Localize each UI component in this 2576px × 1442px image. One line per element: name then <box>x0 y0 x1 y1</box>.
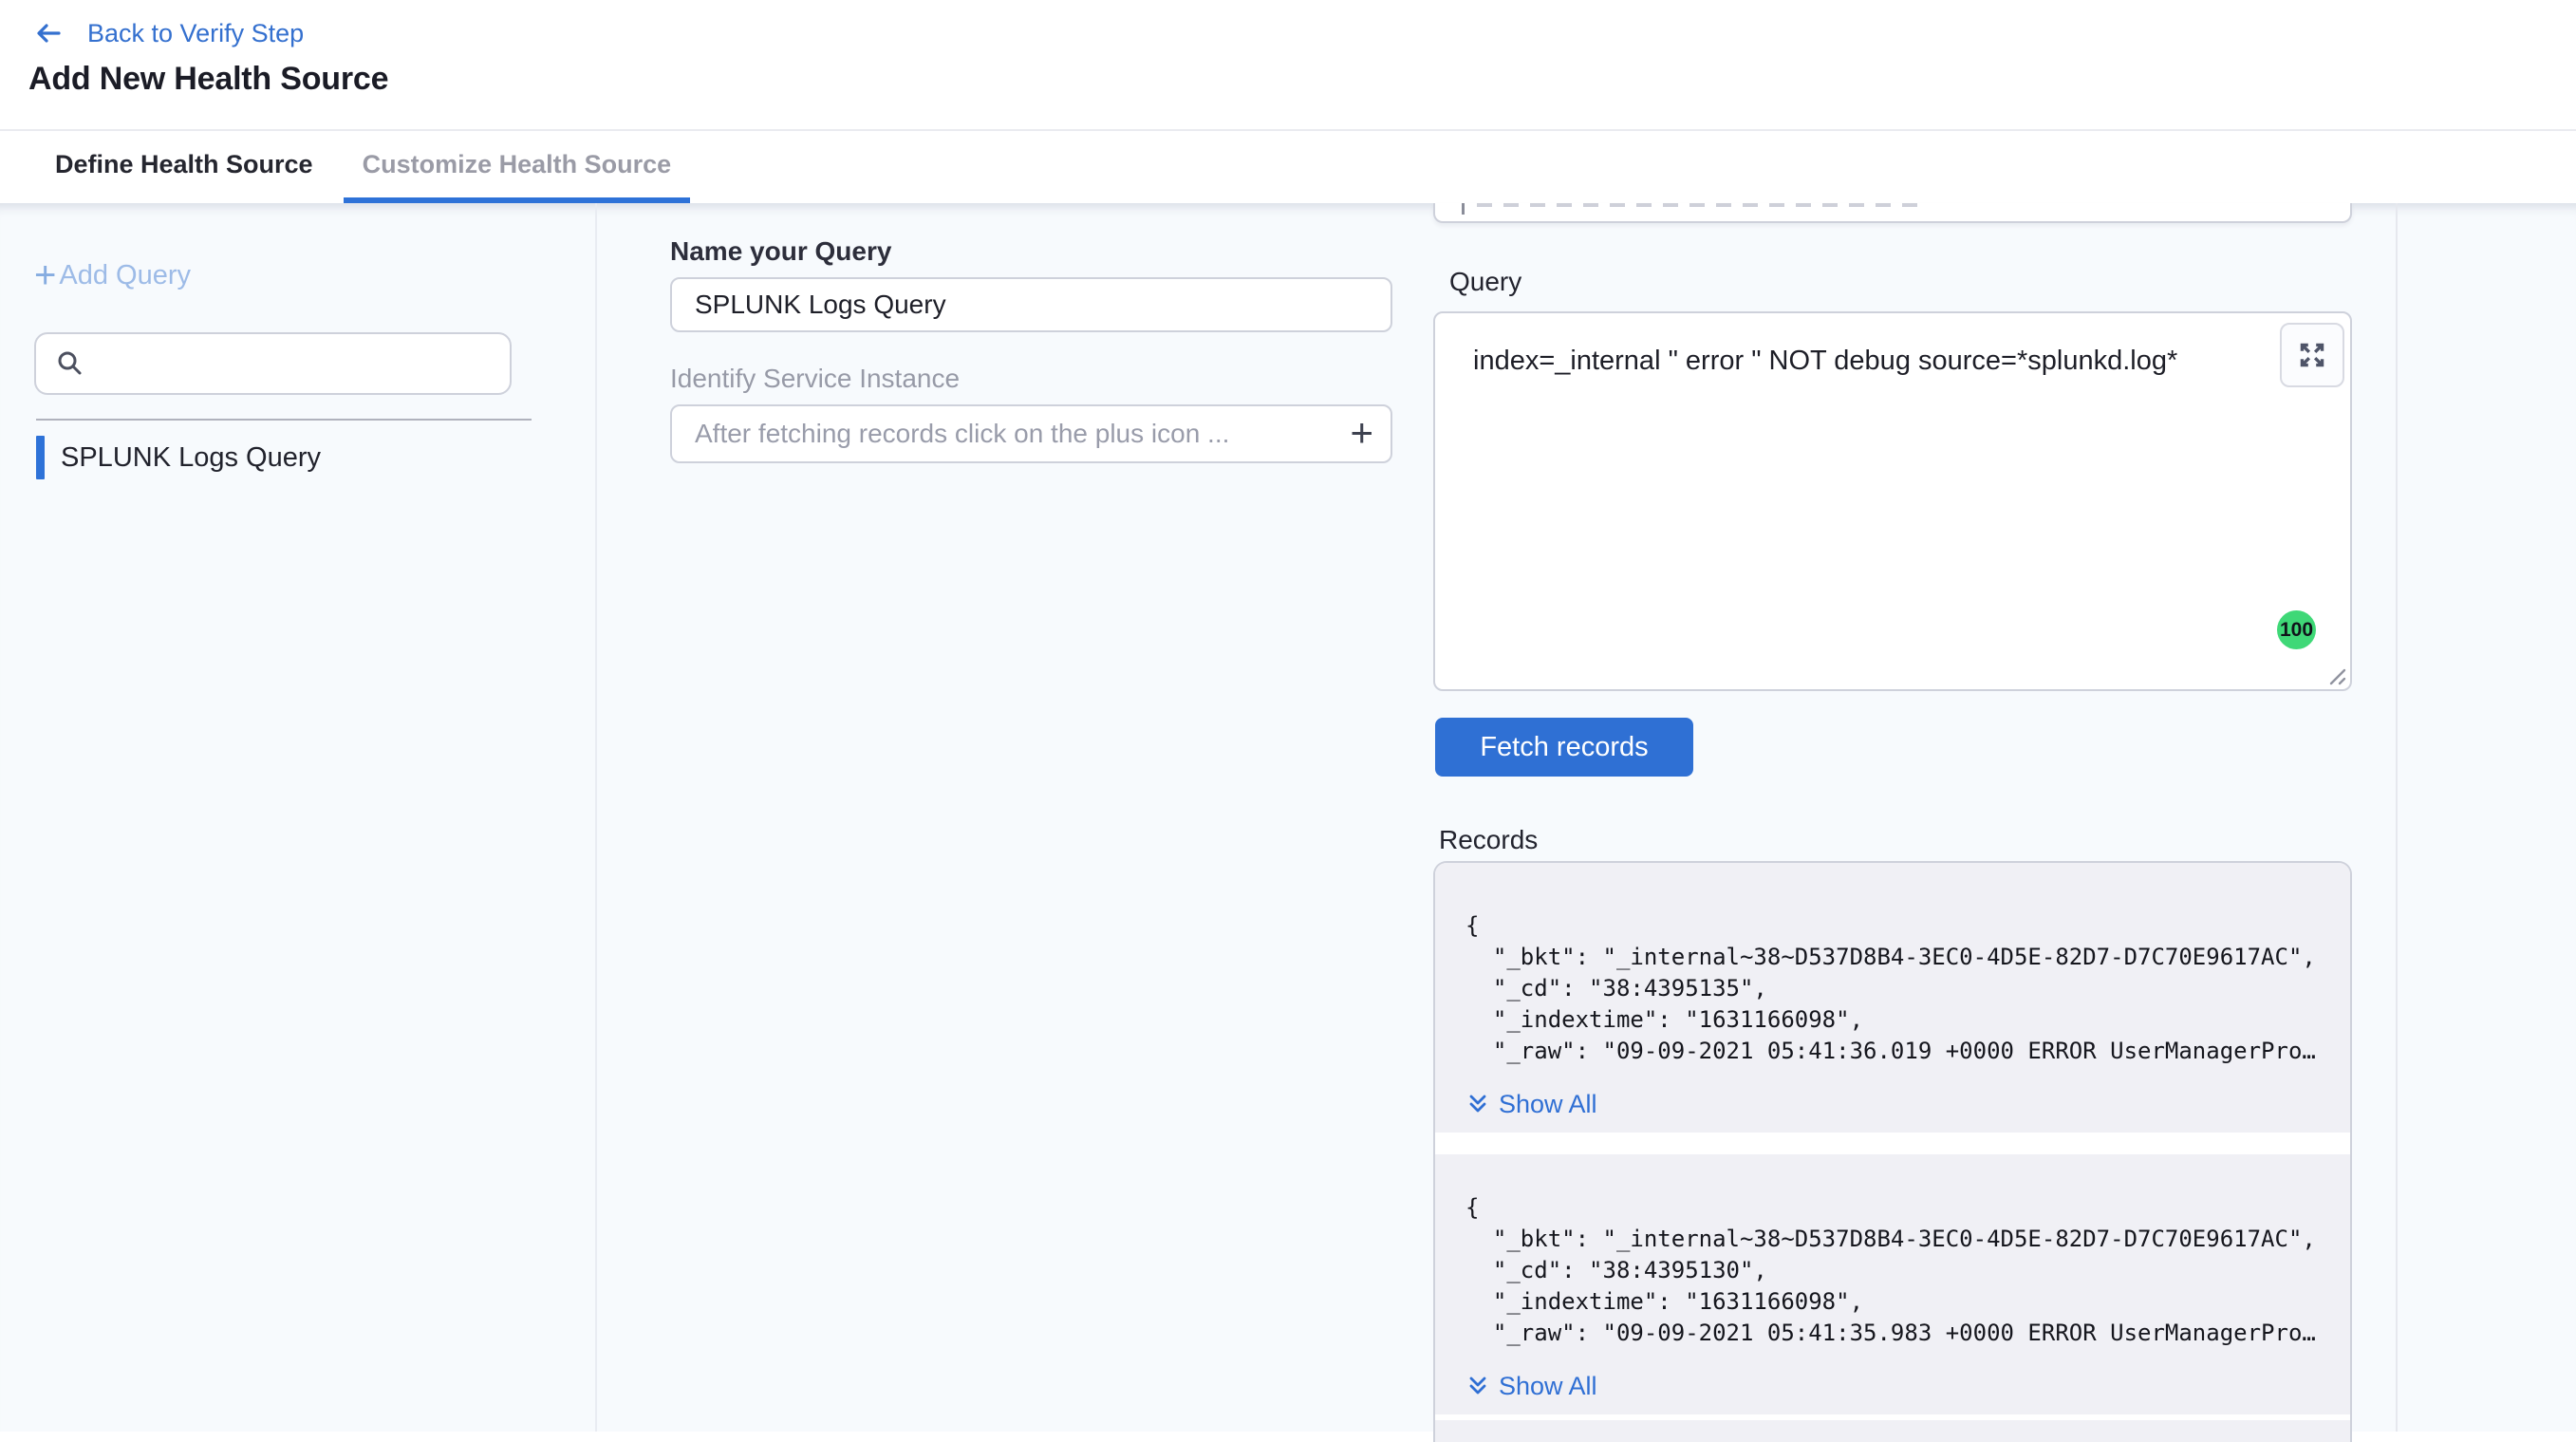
content-area: + Add Query SPLUNK Logs Query Name your … <box>0 203 2576 1432</box>
expand-arrows-icon <box>2294 337 2330 373</box>
plus-icon: + <box>34 258 56 292</box>
query-textarea[interactable]: index=_internal " error " NOT debug sour… <box>1433 311 2352 691</box>
record-count-badge: 100 <box>2277 610 2316 649</box>
add-query-button[interactable]: + Add Query <box>34 256 595 294</box>
records-list: { "_bkt": "_internal~38~D537D8B4-3EC0-4D… <box>1433 861 2352 1442</box>
tab-customize-health-source[interactable]: Customize Health Source <box>344 131 691 203</box>
record-json: { "_bkt": "_internal~38~D537D8B4-3EC0-4D… <box>1465 1192 2324 1349</box>
clipped-scrolled-input[interactable] <box>1433 203 2352 223</box>
service-instance-row: + <box>670 404 1392 463</box>
show-all-link[interactable]: Show All <box>1465 1372 1597 1401</box>
add-query-label: Add Query <box>59 260 191 291</box>
query-and-records-column: Query index=_internal " error " NOT debu… <box>1424 203 2398 1432</box>
show-all-label: Show All <box>1499 1090 1597 1119</box>
selected-indicator <box>36 436 45 479</box>
sidebar-divider <box>36 419 532 421</box>
back-link[interactable]: Back to Verify Step <box>34 15 2576 51</box>
tab-bar: Define Health Source Customize Health So… <box>0 131 2576 203</box>
service-instance-input[interactable] <box>670 404 1392 463</box>
tab-customize-label: Customize Health Source <box>363 150 672 179</box>
arrow-left-icon <box>34 19 63 47</box>
search-input[interactable] <box>85 334 510 393</box>
text-cursor <box>1462 203 1465 215</box>
clipped-text-fragments <box>1477 203 1923 207</box>
query-item-label: SPLUNK Logs Query <box>61 442 321 474</box>
query-label: Query <box>1449 268 2396 296</box>
record-card: { "_bkt": "_internal~38~D537D8B4-3EC0-4D… <box>1435 1154 2350 1414</box>
resize-corner-icon[interactable] <box>2323 662 2347 686</box>
back-link-label: Back to Verify Step <box>87 19 304 48</box>
add-service-instance-plus-icon[interactable]: + <box>1350 410 1373 456</box>
sidebar-item-splunk-logs-query[interactable]: SPLUNK Logs Query <box>36 435 595 480</box>
record-json: { "_bkt": "_internal~38~D537D8B4-3EC0-4D… <box>1465 910 2324 1067</box>
fetch-records-button[interactable]: Fetch records <box>1435 718 1693 777</box>
identify-service-instance-label: Identify Service Instance <box>670 365 1424 393</box>
record-card: { "_bkt": "_internal~38~D537D8B4-3EC0-4D… <box>1435 863 2350 1133</box>
records-label: Records <box>1439 826 2396 854</box>
record-card-partial <box>1435 1420 2350 1442</box>
page-title: Add New Health Source <box>28 61 2576 98</box>
double-chevron-down-icon <box>1465 1375 1490 1399</box>
query-name-input[interactable] <box>670 277 1392 332</box>
tab-define-label: Define Health Source <box>55 150 313 179</box>
expand-query-button[interactable] <box>2280 323 2344 387</box>
double-chevron-down-icon <box>1465 1093 1490 1117</box>
page-header: Back to Verify Step Add New Health Sourc… <box>0 0 2576 131</box>
query-sidebar: + Add Query SPLUNK Logs Query <box>0 203 597 1432</box>
right-margin-area <box>2398 203 2576 1432</box>
query-text: index=_internal " error " NOT debug sour… <box>1435 313 2350 377</box>
show-all-link[interactable]: Show All <box>1465 1090 1597 1119</box>
query-search-box <box>34 332 512 395</box>
search-icon <box>55 348 85 379</box>
name-your-query-label: Name your Query <box>670 237 1424 266</box>
tab-define-health-source[interactable]: Define Health Source <box>36 131 332 203</box>
query-settings-column: Name your Query Identify Service Instanc… <box>597 203 1424 1432</box>
show-all-label: Show All <box>1499 1372 1597 1401</box>
